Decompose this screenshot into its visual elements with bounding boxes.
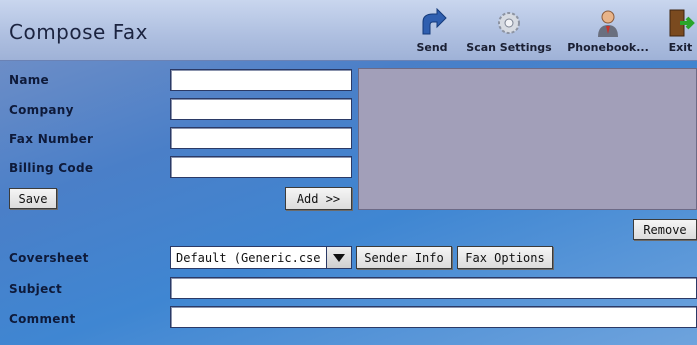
- coversheet-select[interactable]: Default (Generic.cse: [170, 246, 352, 269]
- exit-icon: [669, 9, 695, 37]
- fax-number-field[interactable]: [170, 127, 352, 149]
- scan-settings-button[interactable]: Scan Settings: [462, 6, 556, 58]
- company-field[interactable]: [170, 98, 352, 120]
- comment-label: Comment: [9, 312, 76, 326]
- add-button[interactable]: Add >>: [285, 187, 352, 210]
- company-label: Company: [9, 103, 74, 117]
- billing-code-label: Billing Code: [9, 161, 94, 175]
- subject-label: Subject: [9, 282, 62, 296]
- billing-code-field[interactable]: [170, 156, 352, 178]
- coversheet-selected-value: Default (Generic.cse: [176, 250, 321, 265]
- chevron-down-icon[interactable]: [326, 247, 351, 268]
- phonebook-button[interactable]: Phonebook...: [566, 6, 650, 58]
- recipient-list[interactable]: [358, 68, 697, 210]
- name-label: Name: [9, 73, 49, 87]
- comment-field[interactable]: [170, 306, 697, 328]
- send-icon: [422, 8, 447, 35]
- subject-field[interactable]: [170, 277, 697, 299]
- exit-button[interactable]: Exit: [664, 6, 697, 58]
- title-bar: Compose Fax Send Scan Settings Phonebook…: [0, 0, 697, 61]
- sender-info-button[interactable]: Sender Info: [356, 246, 452, 269]
- fax-number-label: Fax Number: [9, 132, 94, 146]
- phonebook-icon: [598, 10, 618, 37]
- remove-button[interactable]: Remove: [633, 219, 697, 240]
- scan-settings-icon: [498, 12, 520, 34]
- send-button[interactable]: Send: [412, 6, 452, 58]
- fax-options-button[interactable]: Fax Options: [457, 246, 553, 269]
- coversheet-label: Coversheet: [9, 251, 89, 265]
- page-title: Compose Fax: [9, 20, 148, 44]
- save-button[interactable]: Save: [9, 188, 57, 209]
- name-field[interactable]: [170, 69, 352, 91]
